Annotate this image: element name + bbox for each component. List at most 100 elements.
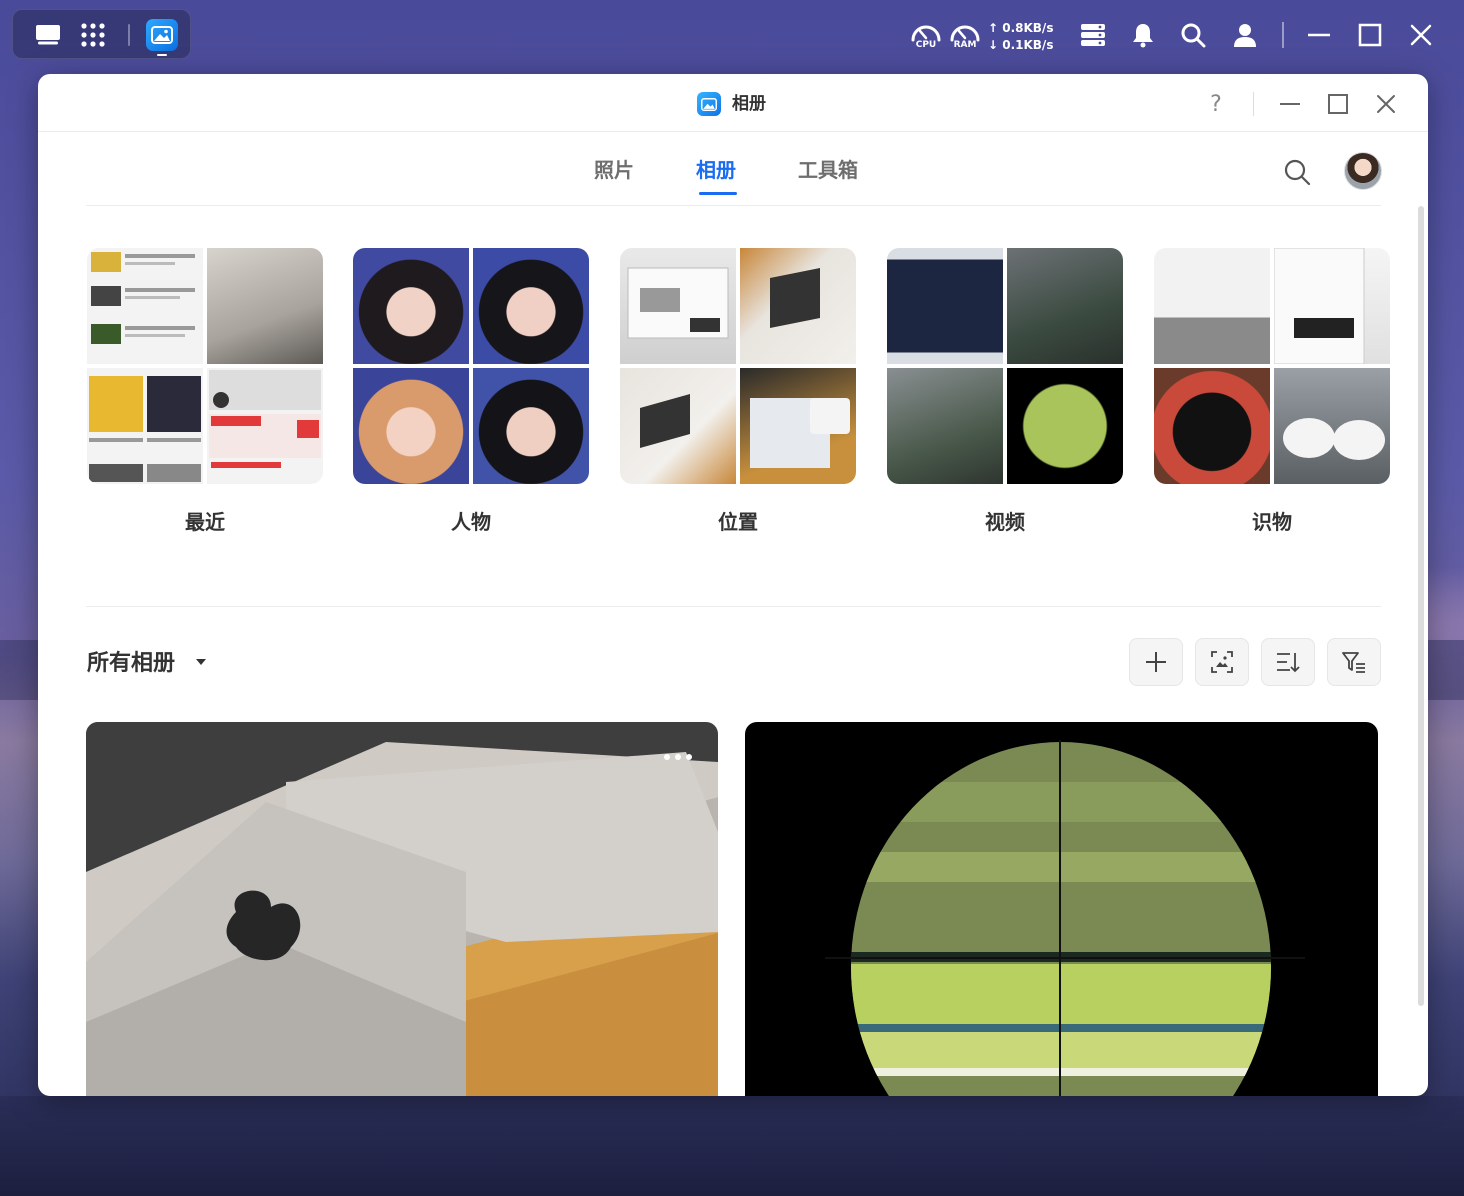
image-scan-icon <box>1211 651 1233 673</box>
thumbnail <box>207 248 323 364</box>
thumbnail <box>740 248 856 364</box>
desktop-button[interactable] <box>34 21 62 49</box>
tab-toolbox[interactable]: 工具箱 <box>798 155 858 185</box>
avatar[interactable] <box>1344 152 1382 190</box>
dot <box>664 754 670 760</box>
system-divider <box>1282 22 1284 48</box>
album-label-recent: 最近 <box>185 510 225 534</box>
thumbnail <box>620 368 736 484</box>
sort-icon <box>1277 653 1300 673</box>
user-menu-button[interactable] <box>1232 22 1258 48</box>
widgets-button[interactable] <box>1080 22 1106 48</box>
help-button[interactable]: ? <box>1203 91 1229 117</box>
thumbnail <box>207 368 323 484</box>
album-tile-videos[interactable] <box>887 248 1123 484</box>
maximize-icon <box>1328 94 1348 114</box>
thumbnail <box>473 368 589 484</box>
window-close-button[interactable] <box>1373 91 1399 117</box>
thumbnail <box>1154 248 1270 364</box>
dot <box>686 754 692 760</box>
dot <box>675 754 681 760</box>
photos-app-icon <box>701 97 717 111</box>
window-minimize-button[interactable] <box>1277 91 1303 117</box>
album-tile-people[interactable] <box>353 248 589 484</box>
album-card[interactable] <box>745 722 1378 1096</box>
thumbnail <box>87 248 203 364</box>
main-tabs: 照片 相册 工具箱 <box>38 133 1428 207</box>
album-tile-objects[interactable] <box>1154 248 1390 484</box>
all-albums-title[interactable]: 所有相册 <box>87 648 175 680</box>
tabs-divider <box>86 205 1381 206</box>
thumbnail <box>620 248 736 364</box>
album-card[interactable] <box>86 722 718 1096</box>
album-more-button[interactable] <box>664 754 692 760</box>
album-search-button[interactable] <box>1282 157 1312 187</box>
stack-icon <box>1081 24 1105 46</box>
close-icon <box>1377 95 1395 113</box>
scrollbar[interactable] <box>1418 206 1424 1006</box>
minimize-icon <box>1308 33 1330 37</box>
global-search-button[interactable] <box>1180 22 1206 48</box>
photos-app-icon <box>151 26 173 44</box>
sort-button[interactable] <box>1261 638 1315 686</box>
thumbnail <box>740 368 856 484</box>
maximize-icon <box>1358 23 1382 47</box>
thumbnail <box>87 368 203 484</box>
tab-photos[interactable]: 照片 <box>594 155 634 185</box>
minimize-icon <box>1280 103 1300 105</box>
thumbnail <box>1274 368 1390 484</box>
thumbnail <box>1007 248 1123 364</box>
filter-icon <box>1342 652 1365 673</box>
album-label-objects: 识物 <box>1252 510 1292 534</box>
desktop-minimize-button[interactable] <box>1306 22 1332 48</box>
thumbnail <box>1154 368 1270 484</box>
active-tab-indicator <box>699 192 737 195</box>
close-icon <box>1410 24 1432 46</box>
titlebar-divider <box>1253 92 1254 116</box>
desktop-icon <box>36 25 60 45</box>
photos-app-button[interactable] <box>146 19 178 51</box>
desktop-close-button[interactable] <box>1408 22 1434 48</box>
album-tile-location[interactable] <box>620 248 856 484</box>
upload-speed: ↑ 0.8KB/s <box>988 21 1054 35</box>
notifications-button[interactable] <box>1130 22 1156 48</box>
tab-albums[interactable]: 相册 <box>696 155 736 185</box>
thumbnail <box>887 248 1003 364</box>
search-icon <box>1284 159 1311 186</box>
album-cover <box>86 722 718 1096</box>
ram-label: RAM <box>953 40 977 50</box>
taskbar <box>12 9 191 59</box>
search-icon <box>1181 23 1206 48</box>
desktop-wallpaper-sea <box>0 1096 1464 1196</box>
taskbar-divider <box>128 24 130 46</box>
add-album-button[interactable] <box>1129 638 1183 686</box>
desktop-maximize-button[interactable] <box>1357 22 1383 48</box>
user-icon <box>1234 24 1256 47</box>
album-tile-recent[interactable] <box>87 248 323 484</box>
album-label-location: 位置 <box>718 510 758 534</box>
thumbnail <box>473 248 589 364</box>
section-divider <box>86 606 1381 607</box>
filter-button[interactable] <box>1327 638 1381 686</box>
chevron-down-icon[interactable] <box>196 659 206 665</box>
thumbnail <box>353 248 469 364</box>
window-title: 相册 <box>732 94 766 114</box>
app-logo <box>697 92 721 116</box>
cpu-label: CPU <box>915 40 937 50</box>
thumbnail <box>1273 248 1390 365</box>
album-cover <box>825 740 1305 1096</box>
photos-window: 相册 ? 照片 相册 工具箱 最近 人物 位置 视频 识物 所有相册 <box>38 74 1428 1096</box>
download-speed: ↓ 0.1KB/s <box>988 38 1054 52</box>
add-icon <box>1146 652 1166 672</box>
scan-image-button[interactable] <box>1195 638 1249 686</box>
thumbnail <box>1007 368 1123 484</box>
album-label-people: 人物 <box>451 510 491 534</box>
window-titlebar: 相册 ? <box>38 74 1428 132</box>
network-speed[interactable]: ↑ 0.8KB/s ↓ 0.1KB/s <box>988 20 1053 54</box>
thumbnail <box>353 368 469 484</box>
window-maximize-button[interactable] <box>1325 91 1351 117</box>
app-grid-icon <box>81 23 105 47</box>
app-launcher-button[interactable] <box>79 21 107 49</box>
bell-icon <box>1133 24 1153 48</box>
thumbnail <box>887 368 1003 484</box>
